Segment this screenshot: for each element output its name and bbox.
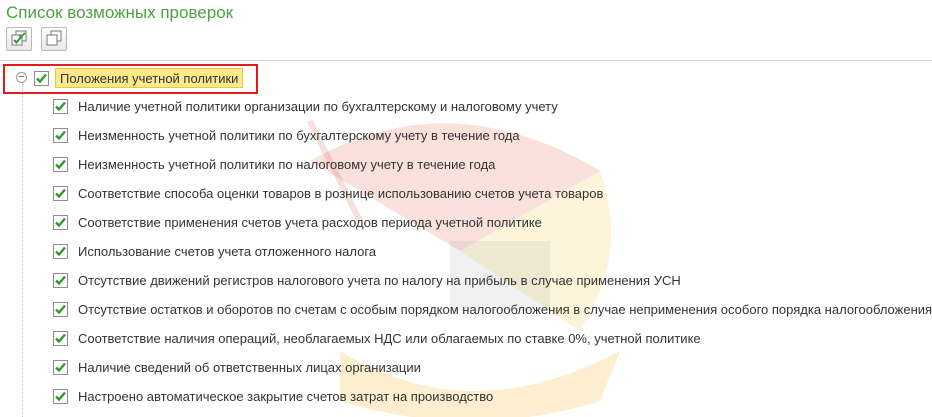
uncheck-all-button[interactable] bbox=[41, 27, 67, 51]
check-all-button[interactable] bbox=[6, 27, 32, 51]
checkmark-icon bbox=[55, 217, 66, 227]
tree-item-checkbox[interactable] bbox=[53, 388, 68, 404]
tree-item-label: Наличие учетной политики организации по … bbox=[78, 98, 558, 114]
tree-guide-line bbox=[22, 83, 23, 417]
tree-item-label: Настроено автоматическое закрытие счетов… bbox=[78, 388, 494, 404]
checkmark-icon bbox=[55, 362, 66, 372]
checkmark-icon bbox=[55, 188, 66, 198]
tree-item-row[interactable]: Соответствие применения счетов учета рас… bbox=[53, 211, 542, 233]
tree-item-row[interactable]: Использование счетов учета отложенного н… bbox=[53, 240, 376, 262]
tree-item-row[interactable]: Соответствие наличия операций, необлагае… bbox=[53, 327, 701, 349]
tree-item-checkbox[interactable] bbox=[53, 330, 68, 346]
tree-item-checkbox[interactable] bbox=[53, 98, 68, 114]
tree-item-row[interactable]: Соответствие способа оценки товаров в ро… bbox=[53, 182, 603, 204]
tree-item-label: Соответствие наличия операций, необлагае… bbox=[78, 330, 701, 346]
panel-title: Список возможных проверок bbox=[6, 3, 234, 22]
tree-item-label: Неизменность учетной политики по бухгалт… bbox=[78, 127, 520, 143]
tree-item-row[interactable]: Неизменность учетной политики по налогов… bbox=[53, 153, 495, 175]
tree-item-row[interactable]: Неизменность учетной политики по бухгалт… bbox=[53, 124, 520, 146]
group-label[interactable]: Положения учетной политики bbox=[55, 68, 244, 88]
tree-item-row[interactable]: Наличие сведений об ответственных лицах … bbox=[53, 356, 421, 378]
tree-item-checkbox[interactable] bbox=[53, 185, 68, 201]
collapse-toggle-icon[interactable]: − bbox=[16, 72, 27, 83]
tree-item-checkbox[interactable] bbox=[53, 359, 68, 375]
group-checkbox[interactable] bbox=[34, 70, 49, 86]
tree-item-checkbox[interactable] bbox=[53, 272, 68, 288]
checkmark-icon bbox=[55, 246, 66, 256]
tree-item-row[interactable]: Отсутствие движений регистров налогового… bbox=[53, 269, 681, 291]
tree-item-label: Соответствие применения счетов учета рас… bbox=[78, 214, 542, 230]
checkmark-icon bbox=[55, 304, 66, 314]
group-row[interactable] bbox=[34, 67, 49, 89]
tree-item-label: Соответствие способа оценки товаров в ро… bbox=[78, 185, 604, 201]
check-all-icon bbox=[11, 30, 27, 49]
tree-item-checkbox[interactable] bbox=[53, 243, 68, 259]
checkmark-icon bbox=[36, 73, 47, 83]
tree-item-label: Использование счетов учета отложенного н… bbox=[78, 243, 377, 259]
checkmark-icon bbox=[55, 101, 66, 111]
tree-item-label: Отсутствие движений регистров налогового… bbox=[78, 272, 681, 288]
tree-item-row[interactable]: Отсутствие остатков и оборотов по счетам… bbox=[53, 298, 932, 320]
tree-item-checkbox[interactable] bbox=[53, 301, 68, 317]
checkmark-icon bbox=[55, 275, 66, 285]
tree-item-label: Отсутствие остатков и оборотов по счетам… bbox=[78, 301, 932, 317]
tree-item-checkbox[interactable] bbox=[53, 156, 68, 172]
tree-item-row[interactable]: Наличие учетной политики организации по … bbox=[53, 95, 558, 117]
checkmark-icon bbox=[55, 333, 66, 343]
checkmark-icon bbox=[55, 130, 66, 140]
tree-item-row[interactable]: Настроено автоматическое закрытие счетов… bbox=[53, 385, 493, 407]
checkmark-icon bbox=[55, 391, 66, 401]
tree-item-checkbox[interactable] bbox=[53, 127, 68, 143]
checkmark-icon bbox=[55, 159, 66, 169]
checks-tree: − Положения учетной политики Наличие уче… bbox=[0, 60, 932, 417]
tree-item-label: Неизменность учетной политики по налогов… bbox=[78, 156, 496, 172]
tree-item-label: Наличие сведений об ответственных лицах … bbox=[78, 359, 421, 375]
uncheck-all-icon bbox=[46, 30, 62, 49]
tree-item-checkbox[interactable] bbox=[53, 214, 68, 230]
toolbar bbox=[6, 27, 67, 51]
